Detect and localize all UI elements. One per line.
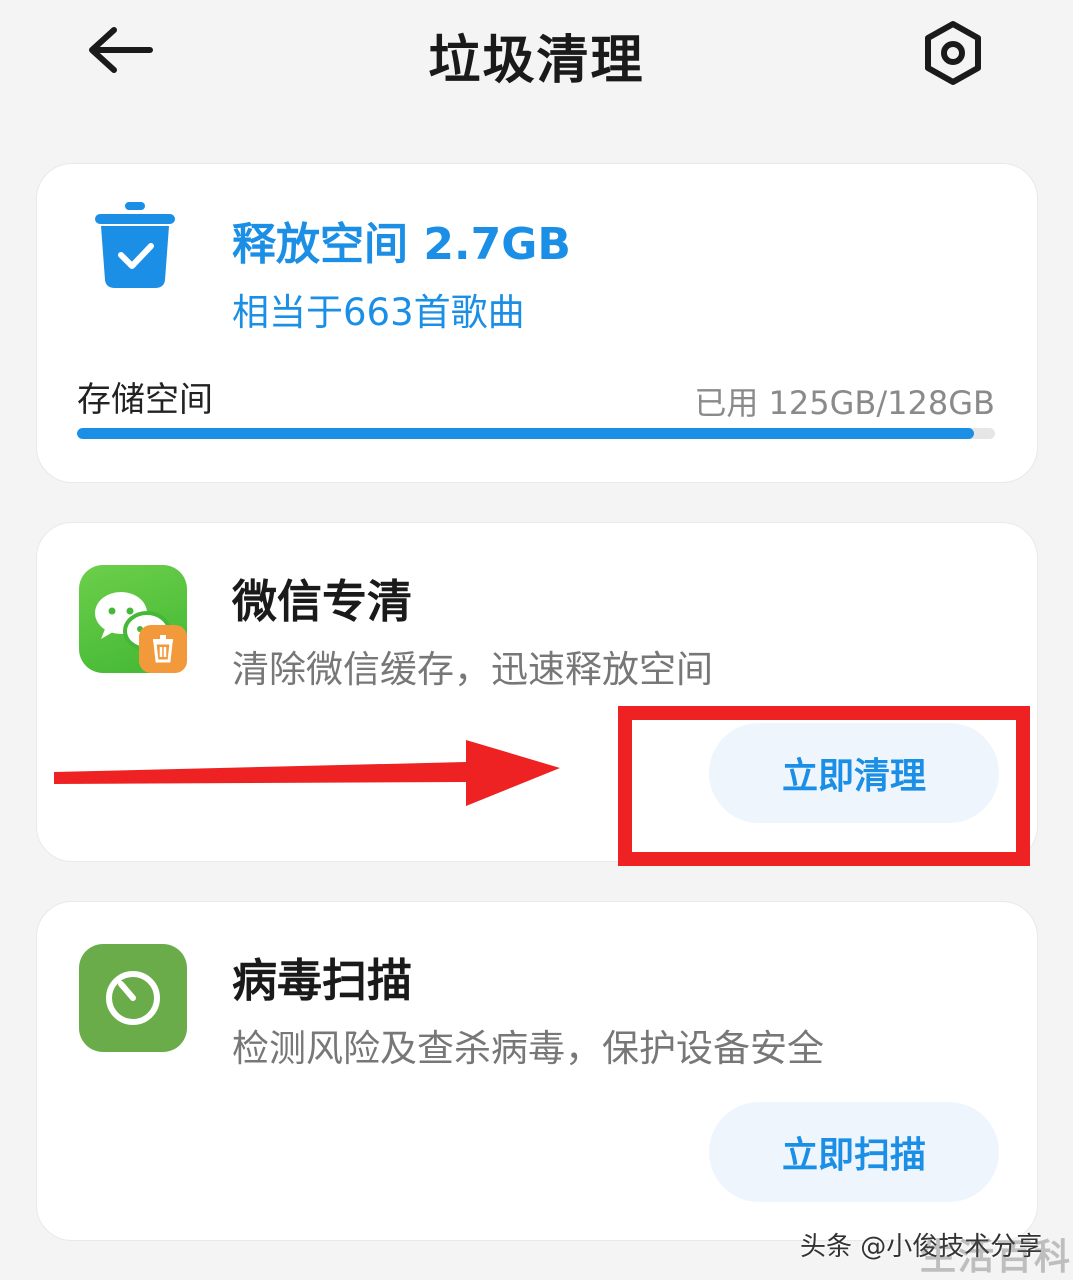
virus-scan-card[interactable]: 病毒扫描 检测风险及查杀病毒，保护设备安全 立即扫描 <box>36 901 1038 1241</box>
free-space-title: 释放空间 2.7GB <box>232 219 571 270</box>
virus-scan-description: 检测风险及查杀病毒，保护设备安全 <box>232 1027 824 1070</box>
virus-scan-title: 病毒扫描 <box>232 954 413 1007</box>
wechat-bubbles-icon <box>95 592 187 673</box>
scan-dial-icon <box>106 971 160 1025</box>
annotation-arrow <box>54 740 560 806</box>
clean-trash-icon <box>95 202 175 288</box>
app-header: 垃圾清理 <box>0 0 1073 110</box>
storage-used-text: 已用 125GB/128GB <box>694 384 995 422</box>
wechat-clean-description: 清除微信缓存，迅速释放空间 <box>232 648 713 691</box>
storage-label: 存储空间 <box>77 380 213 420</box>
scan-now-button[interactable]: 立即扫描 <box>709 1102 999 1202</box>
virus-scan-icon <box>79 944 187 1052</box>
annotation-highlight-box <box>618 706 1030 866</box>
storage-progress-fill <box>77 428 974 439</box>
storage-progress-bar <box>77 428 995 439</box>
wechat-clean-icon <box>79 565 187 673</box>
watermark-brand: 生活百科 <box>920 1237 1073 1278</box>
free-space-equivalent: 相当于663首歌曲 <box>232 291 525 334</box>
settings-hexagon-icon <box>925 21 981 85</box>
settings-button[interactable] <box>918 18 988 88</box>
page-title: 垃圾清理 <box>428 31 645 91</box>
wechat-clean-title: 微信专清 <box>232 575 413 628</box>
storage-card: 释放空间 2.7GB 相当于663首歌曲 存储空间 已用 125GB/128GB <box>36 163 1038 483</box>
